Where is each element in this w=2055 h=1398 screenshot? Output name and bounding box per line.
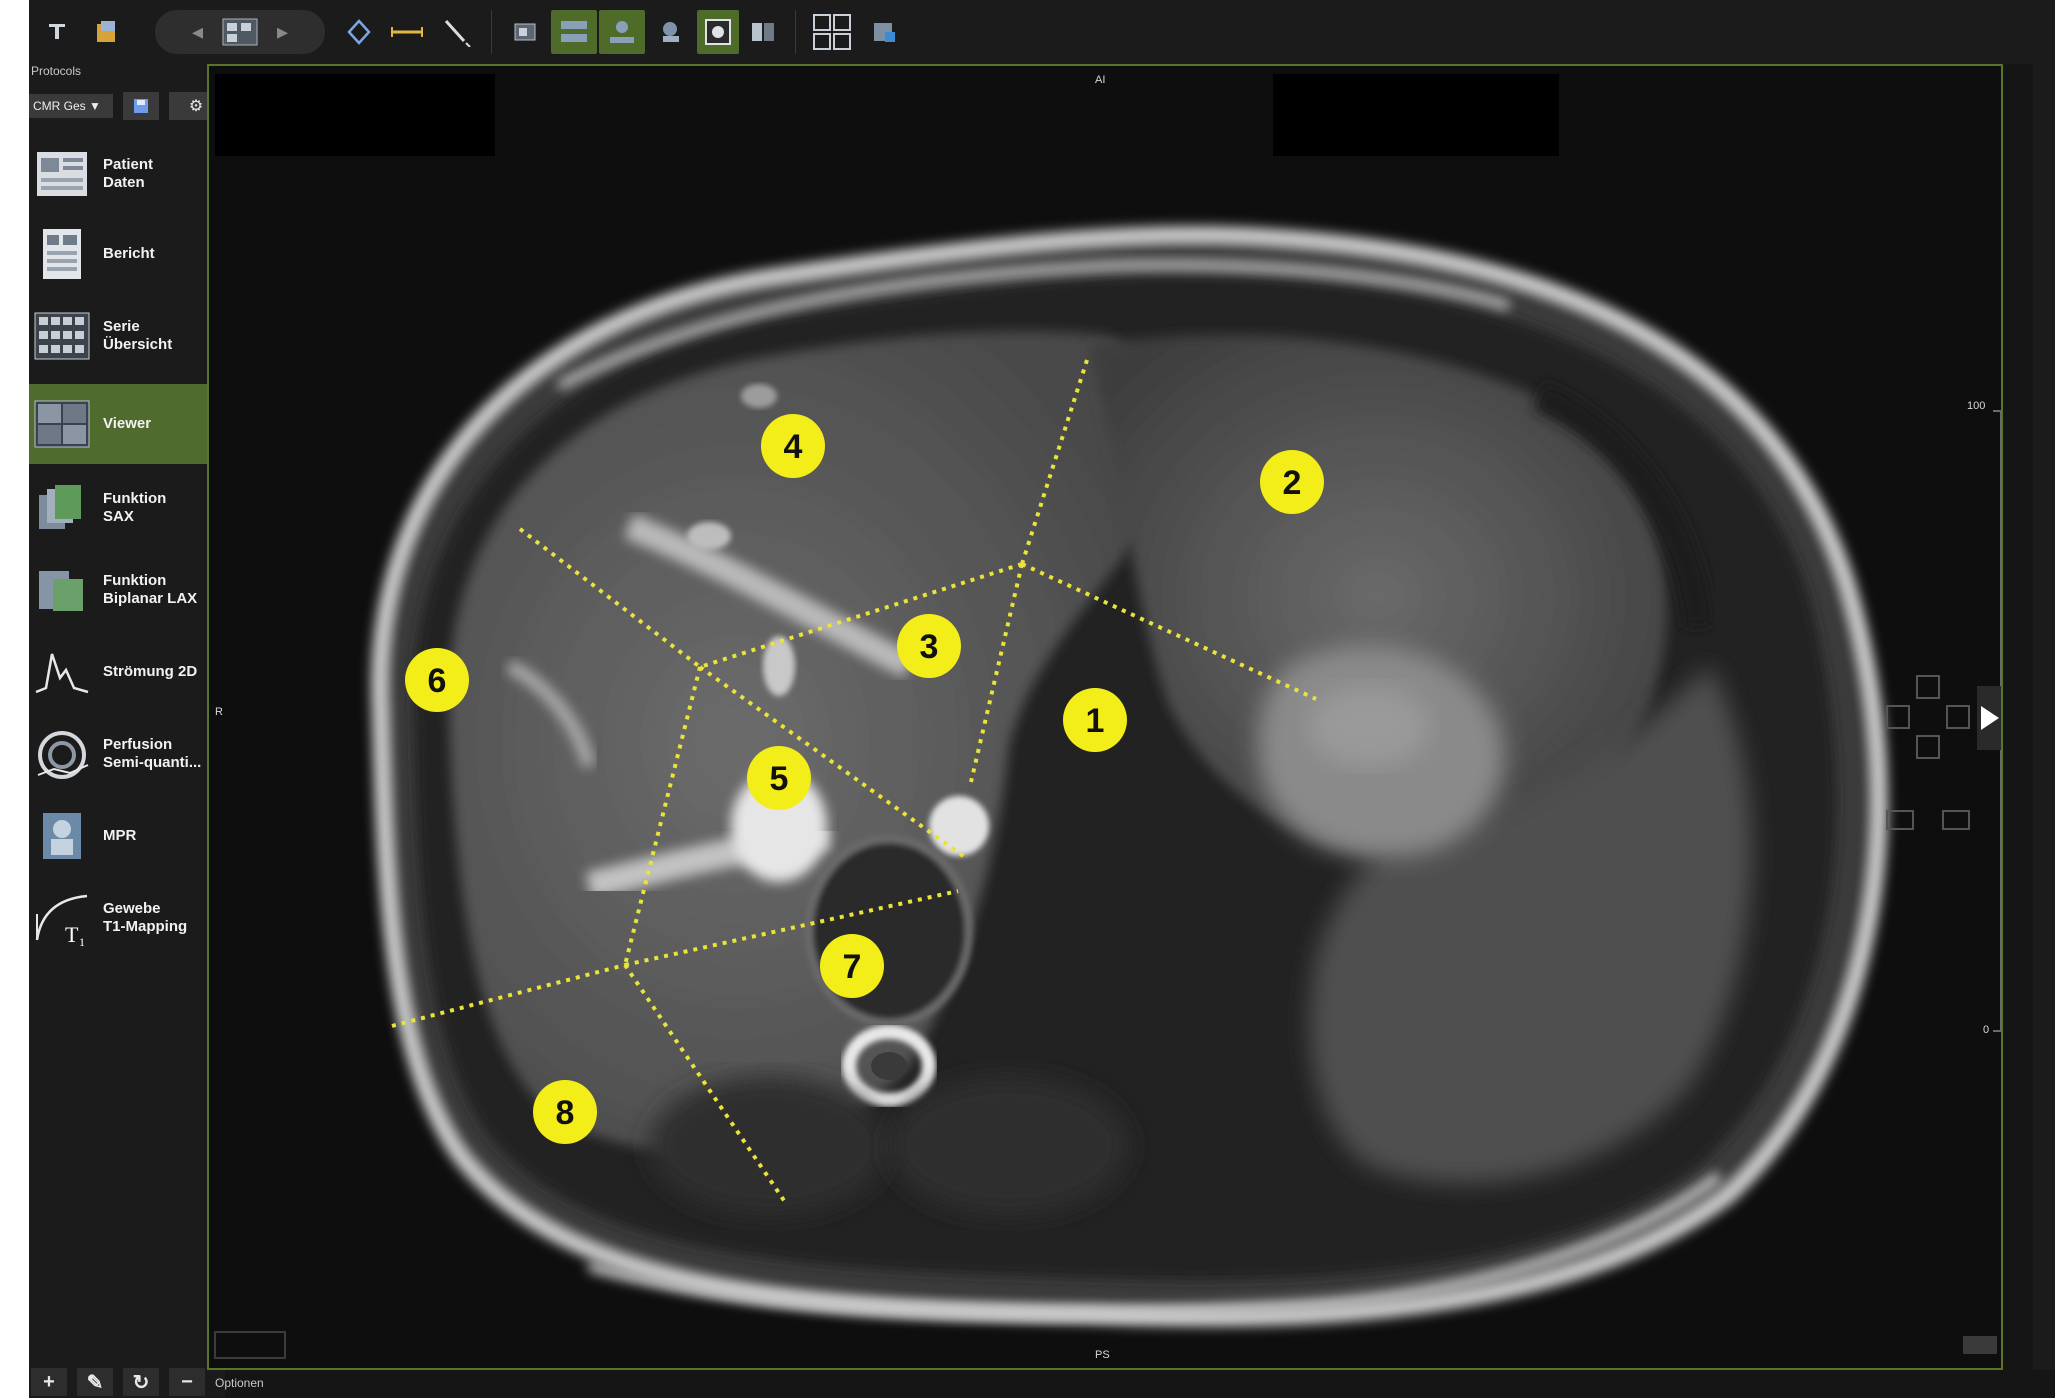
sidebar-item-t1-mapping[interactable]: T1 Gewebe T1-Mapping: [29, 878, 225, 958]
previous-series-icon[interactable]: ◂: [192, 19, 203, 45]
sidebar-item-patient-data[interactable]: Patient Daten: [29, 134, 225, 214]
mpr-icon: [33, 809, 91, 863]
layout-icon[interactable]: [37, 10, 77, 54]
patient-data-icon: [33, 147, 91, 201]
sidebar-item-mpr[interactable]: MPR: [29, 796, 225, 876]
scale-min-label: 0: [1983, 1024, 1990, 1036]
report-icon: [33, 227, 91, 281]
sidebar-item-label: Strömung 2D: [103, 663, 198, 680]
sidebar-item-label: MPR: [103, 827, 137, 844]
export-icon[interactable]: [87, 10, 127, 54]
zoom-indicator: [1963, 1336, 1997, 1354]
segment-marker-8: 8: [533, 1080, 597, 1144]
function-sax-icon: [33, 481, 91, 535]
segment-marker-7: 7: [820, 934, 884, 998]
sidebar-item-label: Viewer: [103, 415, 152, 432]
orientation-left-label: R: [215, 706, 223, 718]
grid-layout-icon[interactable]: [809, 10, 855, 54]
t1-mapping-icon: T1: [33, 891, 91, 946]
scale-max-label: 100: [1967, 400, 1986, 412]
toolbar: ◂ ▸: [29, 0, 2055, 64]
roi-tool-icon[interactable]: [339, 10, 379, 54]
sidebar-item-label: Serie Übersicht: [103, 318, 173, 353]
svg-text:1: 1: [79, 935, 85, 946]
series-navigator: ◂ ▸: [155, 10, 325, 54]
image-viewport[interactable]: 1 2 3 4 5 6 7 8 AI R PS 100 0: [207, 64, 2003, 1370]
save-image-icon[interactable]: [865, 10, 905, 54]
sidebar-item-viewer[interactable]: Viewer: [29, 384, 225, 464]
sidebar-item-flow-2d[interactable]: Strömung 2D: [29, 632, 225, 712]
sidebar-item-label: Bericht: [103, 245, 155, 262]
viewer-icon: [33, 397, 91, 451]
segment-marker-2: 2: [1260, 450, 1324, 514]
sidebar-item-series-overview[interactable]: Serie Übersicht: [29, 296, 225, 376]
sidebar-bottom-toolbar: + ✎ ↻ −: [29, 1364, 225, 1398]
svg-text:7: 7: [843, 948, 862, 986]
svg-text:1: 1: [1086, 702, 1105, 740]
add-protocol-button[interactable]: +: [31, 1368, 67, 1396]
gear-icon: ⚙: [188, 98, 204, 115]
cross-reference-icon[interactable]: [599, 10, 645, 54]
compare-icon[interactable]: [743, 10, 783, 54]
svg-text:T: T: [65, 922, 79, 946]
sidebar-item-label: Patient Daten: [103, 156, 154, 191]
save-icon: [134, 99, 148, 113]
orientation-top-label: AI: [1095, 74, 1106, 86]
segment-marker-6: 6: [405, 648, 469, 712]
svg-text:5: 5: [770, 760, 789, 798]
sidebar-item-label: Perfusion Semi-quanti...: [103, 736, 202, 771]
series-sync-icon[interactable]: [551, 10, 597, 54]
options-label[interactable]: Optionen: [215, 1376, 264, 1390]
svg-text:4: 4: [784, 428, 803, 466]
sidebar-item-function-sax[interactable]: Funktion SAX: [29, 468, 225, 548]
mri-image: 1 2 3 4 5 6 7 8: [209, 66, 2001, 1368]
protocols-label: Protocols: [31, 64, 82, 78]
segment-marker-3: 3: [897, 614, 961, 678]
segment-marker-1: 1: [1063, 688, 1127, 752]
perfusion-icon: [33, 727, 91, 781]
flow-2d-icon: [33, 645, 91, 699]
svg-text:2: 2: [1283, 464, 1302, 502]
svg-text:3: 3: [920, 628, 939, 666]
segment-marker-4: 4: [761, 414, 825, 478]
magnify-icon[interactable]: [651, 10, 691, 54]
right-panel-strip: [2033, 64, 2055, 1370]
save-protocol-button[interactable]: [123, 92, 159, 120]
sidebar-item-label: Funktion Biplanar LAX: [103, 572, 198, 607]
sidebar-item-label: Gewebe T1-Mapping: [103, 900, 188, 935]
window-level-icon[interactable]: [505, 10, 545, 54]
sidebar-item-label: Funktion SAX: [103, 490, 167, 525]
ruler-icon[interactable]: [385, 10, 429, 54]
function-lax-icon: [33, 563, 91, 617]
remove-protocol-button[interactable]: −: [169, 1368, 205, 1396]
orientation-bottom-label: PS: [1095, 1349, 1110, 1361]
protocol-sidebar: Protocols CMR Ges ▼ ⚙ Patient Daten Beri…: [29, 64, 225, 1398]
svg-text:8: 8: [556, 1094, 575, 1132]
refresh-protocol-button[interactable]: ↻: [123, 1368, 159, 1396]
expand-panel-icon[interactable]: [1977, 686, 2001, 750]
series-overview-icon: [33, 309, 91, 363]
protocol-select[interactable]: CMR Ges ▼: [29, 94, 113, 118]
next-series-icon[interactable]: ▸: [277, 19, 288, 45]
pointer-icon[interactable]: [435, 10, 479, 54]
sidebar-item-function-lax[interactable]: Funktion Biplanar LAX: [29, 550, 225, 630]
series-select-icon[interactable]: [221, 17, 259, 47]
segment-marker-5: 5: [747, 746, 811, 810]
sidebar-item-report[interactable]: Bericht: [29, 214, 225, 294]
edit-protocol-button[interactable]: ✎: [77, 1368, 113, 1396]
invert-icon[interactable]: [697, 10, 739, 54]
svg-text:6: 6: [428, 662, 447, 700]
sidebar-item-perfusion[interactable]: Perfusion Semi-quanti...: [29, 714, 225, 794]
